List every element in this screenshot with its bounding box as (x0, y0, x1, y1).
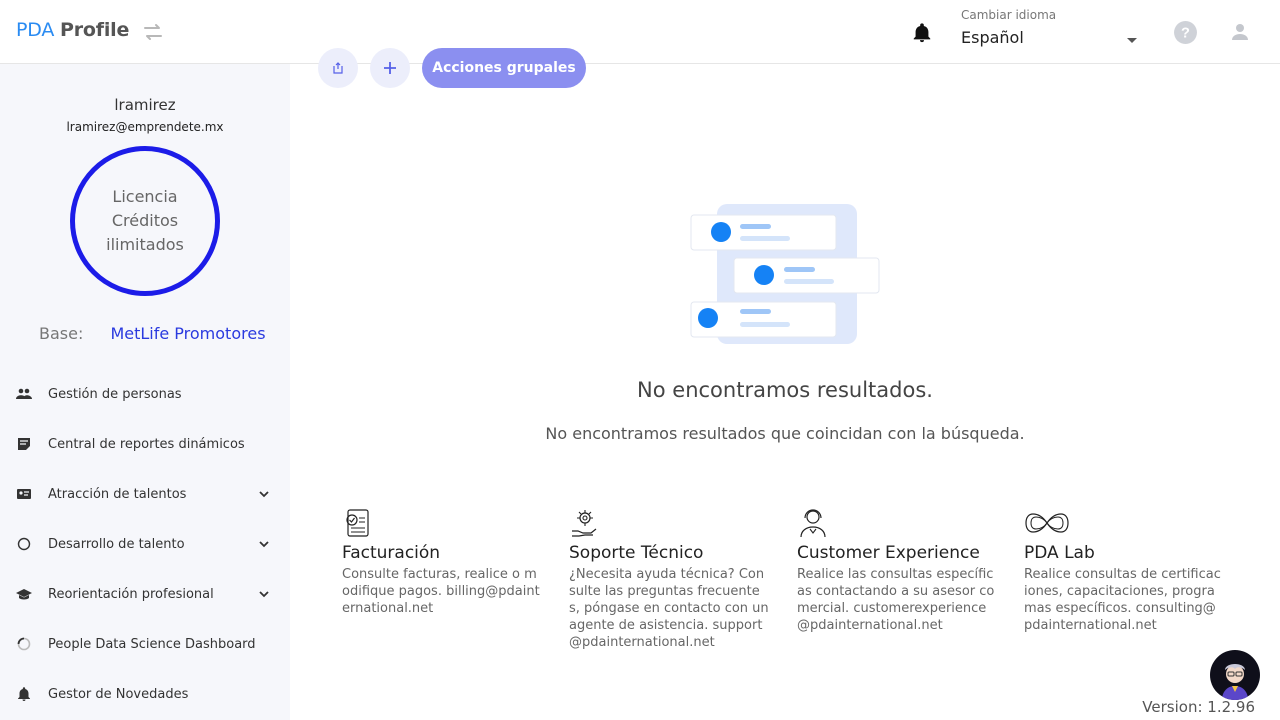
card-body: Realice las consultas específicas contac… (797, 567, 995, 633)
chevron-down-icon[interactable] (258, 588, 270, 600)
assistant-avatar[interactable] (1210, 650, 1260, 700)
headset-agent-icon (800, 509, 826, 538)
license-badge: Licencia Créditos ilimitados (70, 146, 220, 296)
bell-icon[interactable] (911, 22, 933, 44)
sidebar-nav: Gestión de personas Central de reportes … (0, 369, 290, 719)
card-title: Customer Experience (797, 543, 980, 563)
card-body: Consulte facturas, realice o modifique p… (342, 567, 540, 616)
license-line-2: Créditos (111, 211, 179, 230)
language-label: Cambiar idioma (961, 8, 1057, 22)
infinity-icon (1025, 513, 1069, 533)
base-value[interactable]: MetLife Promotores (110, 324, 265, 343)
sidebar-item-label: Gestión de personas (48, 386, 182, 402)
sidebar-item-reorientacion[interactable]: Reorientación profesional (0, 569, 290, 619)
card-title: Soporte Técnico (569, 543, 704, 563)
user-email: lramirez@emprendete.mx (66, 120, 224, 134)
report-icon (18, 438, 30, 450)
chevron-down-icon[interactable] (258, 538, 270, 550)
swap-icon[interactable] (141, 20, 165, 44)
card-title: PDA Lab (1024, 543, 1095, 563)
help-icon[interactable]: ? (1173, 20, 1198, 45)
sidebar-item-desarrollo-talento[interactable]: Desarrollo de talento (0, 519, 290, 569)
sidebar-item-novedades[interactable]: Gestor de Novedades (0, 669, 290, 719)
chevron-down-icon[interactable] (1125, 35, 1139, 45)
sidebar-item-gestion-personas[interactable]: Gestión de personas (0, 369, 290, 419)
sidebar-item-label: People Data Science Dashboard (48, 636, 256, 652)
sidebar-item-label: Reorientación profesional (48, 586, 214, 602)
sidebar-item-label: Central de reportes dinámicos (48, 436, 245, 452)
bulk-actions-button[interactable]: Acciones grupales (422, 48, 586, 88)
people-icon (16, 388, 32, 399)
app-version: Version: 1.2.96 (1142, 698, 1255, 716)
sidebar-item-atraccion-talentos[interactable]: Atracción de talentos (0, 469, 290, 519)
sidebar-item-reportes[interactable]: Central de reportes dinámicos (0, 419, 290, 469)
empty-title: No encontramos resultados. (637, 378, 933, 402)
gear-hand-icon (572, 510, 597, 537)
export-icon (333, 62, 343, 74)
license-line-1: Licencia (112, 187, 178, 206)
contact-card-billing: Facturación Consulte facturas, realice o… (342, 507, 542, 617)
sidebar-item-label: Gestor de Novedades (48, 686, 189, 702)
chevron-down-icon[interactable] (258, 488, 270, 500)
brand-pda: PDA (16, 19, 55, 41)
license-line-3: ilimitados (106, 235, 184, 254)
sidebar: lramirez lramirez@emprendete.mx Licencia… (0, 64, 290, 720)
base-row: Base: MetLife Promotores (39, 324, 266, 343)
invoice-icon (346, 509, 369, 537)
export-button[interactable] (318, 48, 358, 88)
graduation-cap-icon (16, 589, 32, 600)
bell-icon (18, 687, 30, 701)
language-select[interactable]: Español (961, 28, 1024, 47)
sidebar-item-label: Atracción de talentos (48, 486, 187, 502)
contact-card-support: Soporte Técnico ¿Necesita ayuda técnica?… (569, 507, 769, 651)
add-button[interactable] (370, 48, 410, 88)
base-label: Base: (39, 324, 84, 343)
empty-results-illustration (690, 204, 880, 344)
sidebar-item-data-science[interactable]: People Data Science Dashboard (0, 619, 290, 669)
circle-icon (17, 537, 31, 551)
plus-icon (384, 62, 396, 74)
assistant-avatar-icon (1222, 664, 1248, 700)
empty-subtitle: No encontramos resultados que coincidan … (545, 424, 1025, 443)
app-logo[interactable]: PDA Profile (16, 19, 129, 41)
user-name: lramirez (114, 96, 176, 114)
user-icon[interactable] (1228, 20, 1252, 44)
sidebar-item-label: Desarrollo de talento (48, 536, 185, 552)
license-text: Licencia Créditos ilimitados (85, 185, 205, 257)
card-title: Facturación (342, 543, 441, 563)
card-body: Realice consultas de certificaciones, ca… (1024, 567, 1221, 633)
contact-card-pda-lab: PDA Lab Realice consultas de certificaci… (1024, 507, 1224, 634)
brand-profile: Profile (60, 19, 130, 41)
id-card-icon (17, 489, 31, 499)
svg-text:?: ? (1181, 26, 1190, 42)
top-app-bar: PDA Profile Cambiar idioma Español ? (0, 0, 1280, 64)
contact-card-customer-experience: Customer Experience Realice las consulta… (797, 507, 997, 634)
loading-ring-icon (17, 637, 31, 651)
card-body: ¿Necesita ayuda técnica? Consulte las pr… (569, 567, 769, 650)
